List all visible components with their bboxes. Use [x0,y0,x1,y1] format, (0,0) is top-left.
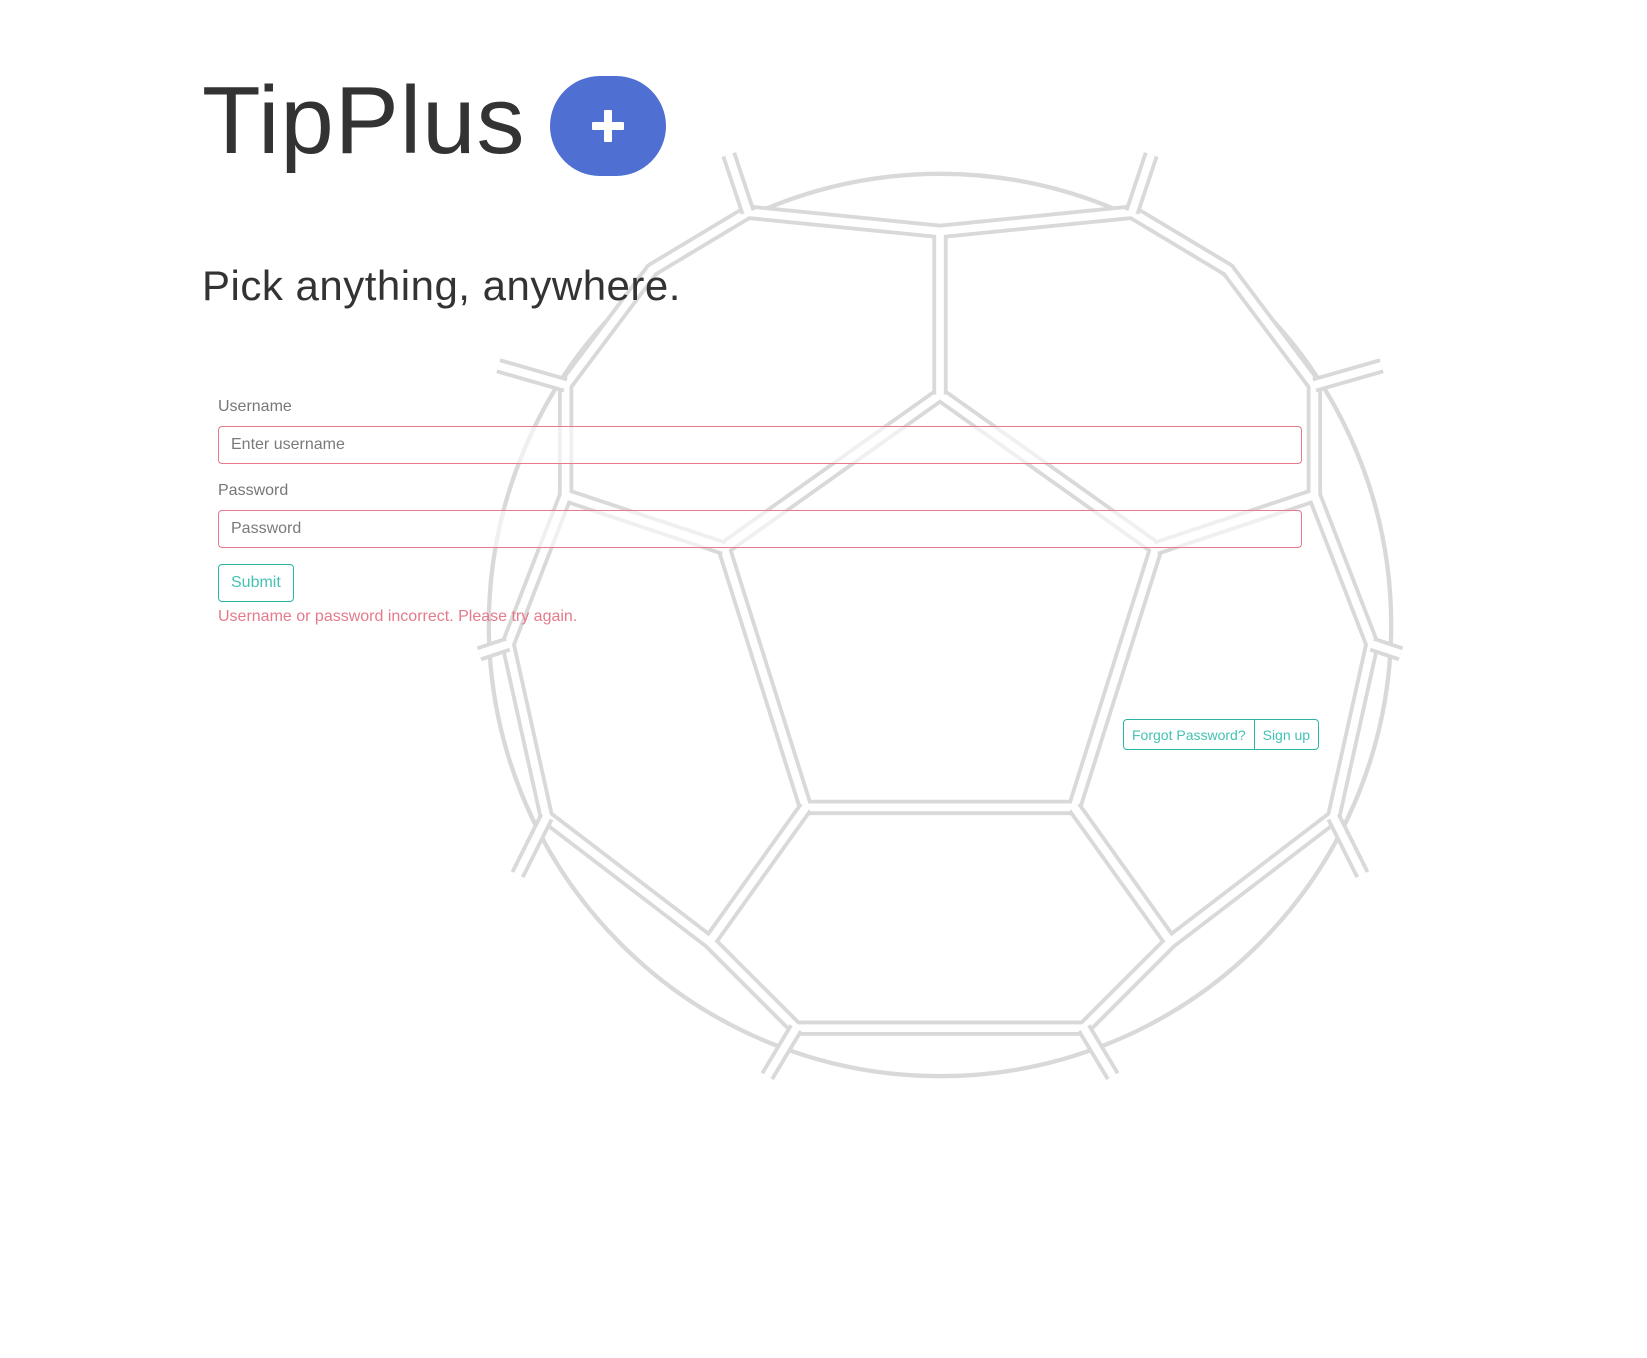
sign-up-link[interactable]: Sign up [1253,720,1318,749]
account-links: Forgot Password? Sign up [1123,719,1320,750]
error-message: Username or password incorrect. Please t… [218,608,578,625]
brand-badge [549,76,666,176]
submit-button[interactable]: Submit [218,564,294,602]
username-group: Username [218,398,1302,464]
tagline: Pick anything, anywhere. [202,262,681,309]
password-group: Password [218,482,1302,548]
forgot-password-link[interactable]: Forgot Password? [1124,720,1254,749]
plus-icon [591,110,624,142]
login-page: TipPlus Pick anything, anywhere. Usernam… [0,0,1647,1358]
brand-title: TipPlus [202,67,526,174]
login-form: Username Password Submit Username or pas… [218,398,1302,626]
brand-header: TipPlus [202,66,666,176]
username-label: Username [218,398,292,415]
username-input[interactable] [218,426,1302,464]
password-label: Password [218,482,289,499]
password-input[interactable] [218,510,1302,548]
